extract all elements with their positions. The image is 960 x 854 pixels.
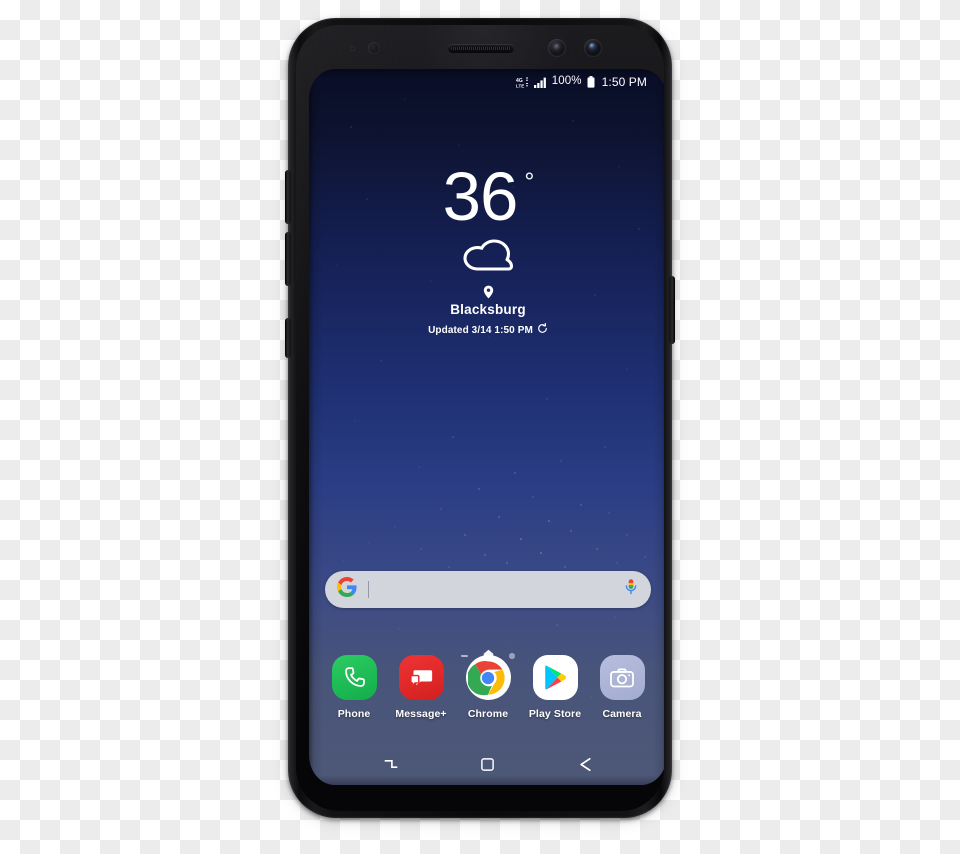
dock-app-label: Phone	[337, 708, 371, 720]
google-search-bar[interactable]	[325, 571, 651, 608]
weather-updated-label: Updated 3/14 1:50 PM	[428, 324, 533, 336]
navigation-bar	[309, 743, 664, 785]
back-icon[interactable]	[565, 747, 605, 781]
lte-signal-icon: 4G LTE	[516, 77, 529, 88]
location-pin-icon	[309, 285, 664, 299]
dock-app-camera[interactable]: Camera	[599, 655, 645, 720]
battery-percent-label: 100%	[551, 75, 582, 88]
earpiece-speaker	[448, 44, 514, 53]
dock-app-phone[interactable]: Phone	[331, 655, 377, 720]
status-bar-clock: 1:50 PM	[601, 75, 647, 89]
weather-city-label: Blacksburg	[450, 302, 526, 318]
cloud-icon	[309, 238, 664, 274]
dock-app-play-store[interactable]: Play Store	[528, 655, 582, 720]
iris-scanner-icon	[548, 39, 566, 57]
message-icon[interactable]	[398, 655, 444, 700]
app-dock: Phone Message+ Chrome Play Store Camera	[309, 651, 664, 743]
temperature-value: 36	[442, 158, 519, 235]
sensor-dot-icon	[350, 46, 355, 51]
home-icon[interactable]	[468, 747, 508, 781]
degree-symbol: °	[524, 168, 534, 196]
volume-down-button[interactable]	[285, 232, 291, 286]
camera-icon[interactable]	[599, 655, 645, 700]
dock-app-label: Play Store	[528, 708, 582, 720]
dock-app-chrome[interactable]: Chrome	[465, 655, 511, 720]
power-button[interactable]	[669, 276, 675, 344]
svg-text:LTE: LTE	[516, 83, 524, 88]
dock-app-label: Camera	[602, 708, 642, 720]
refresh-icon[interactable]	[537, 323, 548, 337]
chrome-icon[interactable]	[465, 655, 511, 700]
front-camera-icon	[584, 39, 602, 57]
weather-temperature: 36 °	[443, 162, 535, 231]
search-input[interactable]	[369, 582, 623, 597]
top-bezel	[296, 25, 664, 69]
dock-app-label: Chrome	[467, 708, 509, 720]
phone-device: 4G LTE 100% 1:50 PM 36 ° Blacksburg Upda…	[285, 18, 675, 818]
recents-icon[interactable]	[371, 747, 411, 781]
microphone-icon[interactable]	[623, 578, 639, 601]
status-bar[interactable]: 4G LTE 100% 1:50 PM	[309, 69, 664, 95]
bixby-button[interactable]	[285, 318, 291, 358]
battery-full-icon	[587, 76, 595, 88]
phone-icon[interactable]	[331, 655, 377, 700]
dock-app-label: Message+	[395, 708, 447, 720]
google-g-icon	[337, 577, 357, 602]
device-glass: 4G LTE 100% 1:50 PM 36 ° Blacksburg Upda…	[296, 25, 664, 811]
weather-updated-row: Updated 3/14 1:50 PM	[309, 323, 664, 337]
volume-up-button[interactable]	[285, 170, 291, 224]
weather-widget[interactable]: 36 ° Blacksburg Updated 3/14 1:50 PM	[309, 162, 664, 337]
dock-app-message[interactable]: Message+	[395, 655, 447, 720]
signal-bars-icon	[533, 77, 547, 88]
play-store-icon[interactable]	[532, 655, 578, 700]
proximity-sensor-icon	[368, 42, 380, 54]
phone-screen[interactable]: 4G LTE 100% 1:50 PM 36 ° Blacksburg Upda…	[309, 69, 664, 785]
